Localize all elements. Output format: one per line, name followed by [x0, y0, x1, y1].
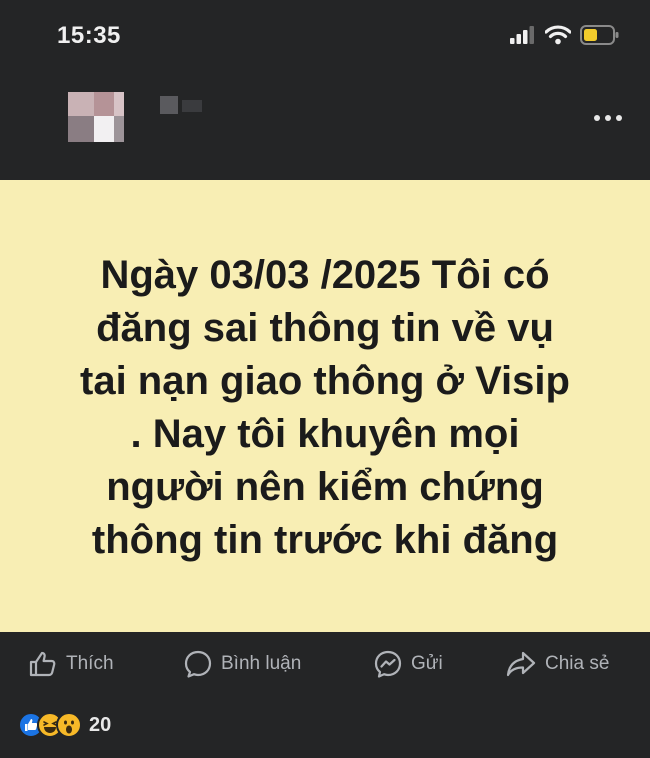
post-actions: Thích Bình luận Gửi Chia sẻ	[0, 632, 650, 694]
share-icon	[506, 651, 536, 677]
reaction-summary[interactable]: 20	[18, 708, 111, 742]
status-bar: 15:35	[0, 0, 650, 72]
wifi-icon	[545, 25, 571, 45]
post-header	[0, 72, 650, 180]
post-text: Ngày 03/03 /2025 Tôi có đăng sai thông t…	[25, 249, 625, 567]
comment-icon	[184, 650, 212, 678]
messenger-icon	[374, 650, 402, 678]
reaction-count: 20	[89, 713, 112, 736]
more-options-icon[interactable]	[594, 110, 628, 126]
thumbs-up-icon	[29, 651, 56, 677]
send-button[interactable]: Gửi	[373, 649, 443, 679]
like-label: Thích	[66, 653, 114, 674]
post-line: người nên kiểm chứng	[106, 465, 544, 509]
wow-icon	[56, 712, 82, 738]
post-line: . Nay tôi khuyên mọi	[130, 412, 520, 456]
comment-label: Bình luận	[221, 653, 302, 674]
like-button[interactable]: Thích	[28, 649, 114, 679]
share-button[interactable]: Chia sẻ	[505, 649, 609, 679]
post-line: đăng sai thông tin về vụ	[96, 306, 554, 350]
share-label: Chia sẻ	[545, 653, 610, 674]
comment-button[interactable]: Bình luận	[183, 649, 301, 679]
post-line: Ngày 03/03 /2025 Tôi có	[100, 253, 550, 297]
battery-icon	[580, 25, 619, 45]
post-content: Ngày 03/03 /2025 Tôi có đăng sai thông t…	[0, 180, 650, 632]
status-time: 15:35	[57, 22, 121, 49]
send-label: Gửi	[411, 653, 443, 674]
post-line: thông tin trước khi đăng	[91, 518, 559, 562]
signal-icon	[510, 26, 534, 44]
status-icons	[510, 24, 620, 46]
author-name-blurred	[160, 96, 202, 114]
avatar[interactable]	[68, 92, 140, 142]
post-line: tai nạn giao thông ở Visip	[80, 359, 570, 403]
